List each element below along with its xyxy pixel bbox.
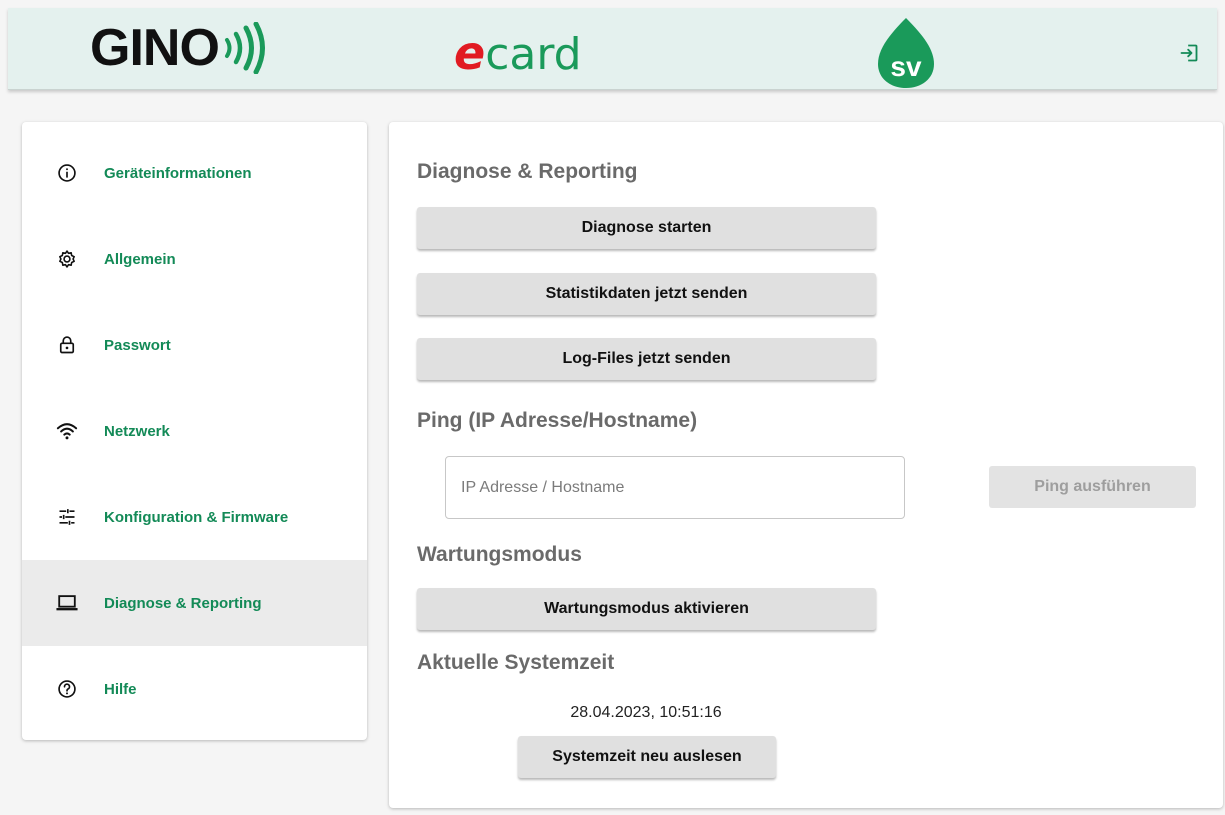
systemzeit-section-title: Aktuelle Systemzeit xyxy=(417,651,615,674)
ecard-logo-rest: card xyxy=(485,29,582,80)
diagnose-start-button[interactable]: Diagnose starten xyxy=(417,207,876,249)
contactless-waves-icon xyxy=(224,22,265,74)
sidebar-item-diagnose-reporting[interactable]: Diagnose & Reporting xyxy=(22,560,367,646)
sv-logo: sv xyxy=(878,18,934,88)
info-icon xyxy=(56,162,78,184)
ping-button[interactable]: Ping ausführen xyxy=(989,466,1196,508)
ecard-logo-e: e xyxy=(454,26,486,80)
app-header: GINO e card sv xyxy=(8,8,1217,90)
ping-section-title: Ping (IP Adresse/Hostname) xyxy=(417,409,698,432)
sidebar-item-geraeteinformationen[interactable]: Geräteinformationen xyxy=(22,130,367,216)
systemzeit-value: 28.04.2023, 10:51:16 xyxy=(570,704,722,721)
ip-hostname-input[interactable] xyxy=(445,456,905,519)
sidebar-nav: Geräteinformationen Allgemein Passwort N… xyxy=(22,122,367,740)
tune-icon xyxy=(56,506,78,528)
help-icon xyxy=(56,678,78,700)
sidebar-item-passwort[interactable]: Passwort xyxy=(22,302,367,388)
send-statistics-button[interactable]: Statistikdaten jetzt senden xyxy=(417,273,876,315)
reload-systemzeit-button[interactable]: Systemzeit neu auslesen xyxy=(518,736,776,778)
sidebar-item-label: Netzwerk xyxy=(104,422,170,440)
sidebar-item-hilfe[interactable]: Hilfe xyxy=(22,646,367,732)
sidebar-item-netzwerk[interactable]: Netzwerk xyxy=(22,388,367,474)
main-panel: Diagnose & Reporting Diagnose starten St… xyxy=(389,122,1223,808)
gino-logo: GINO xyxy=(90,19,267,77)
diagnose-section-title: Diagnose & Reporting xyxy=(417,160,638,183)
gear-icon xyxy=(56,248,78,270)
wartung-section-title: Wartungsmodus xyxy=(417,543,582,566)
send-logfiles-button[interactable]: Log-Files jetzt senden xyxy=(417,338,876,380)
sidebar-item-label: Passwort xyxy=(104,336,171,354)
sidebar-item-label: Diagnose & Reporting xyxy=(104,594,262,612)
sidebar-item-label: Konfiguration & Firmware xyxy=(104,508,289,526)
sidebar-item-konfiguration-firmware[interactable]: Konfiguration & Firmware xyxy=(22,474,367,560)
sidebar-item-label: Hilfe xyxy=(104,680,137,698)
sidebar-item-allgemein[interactable]: Allgemein xyxy=(22,216,367,302)
logout-button[interactable] xyxy=(1178,42,1200,64)
gino-logo-text: GINO xyxy=(90,19,220,77)
sv-logo-text: sv xyxy=(890,51,922,82)
wifi-icon xyxy=(56,420,78,442)
sidebar-item-label: Geräteinformationen xyxy=(104,164,252,182)
lock-icon xyxy=(56,334,78,356)
sidebar-item-label: Allgemein xyxy=(104,250,176,268)
laptop-icon xyxy=(56,592,78,614)
logout-icon xyxy=(1180,44,1198,62)
wartungsmodus-button[interactable]: Wartungsmodus aktivieren xyxy=(417,588,876,630)
ecard-logo: e card xyxy=(454,26,582,80)
